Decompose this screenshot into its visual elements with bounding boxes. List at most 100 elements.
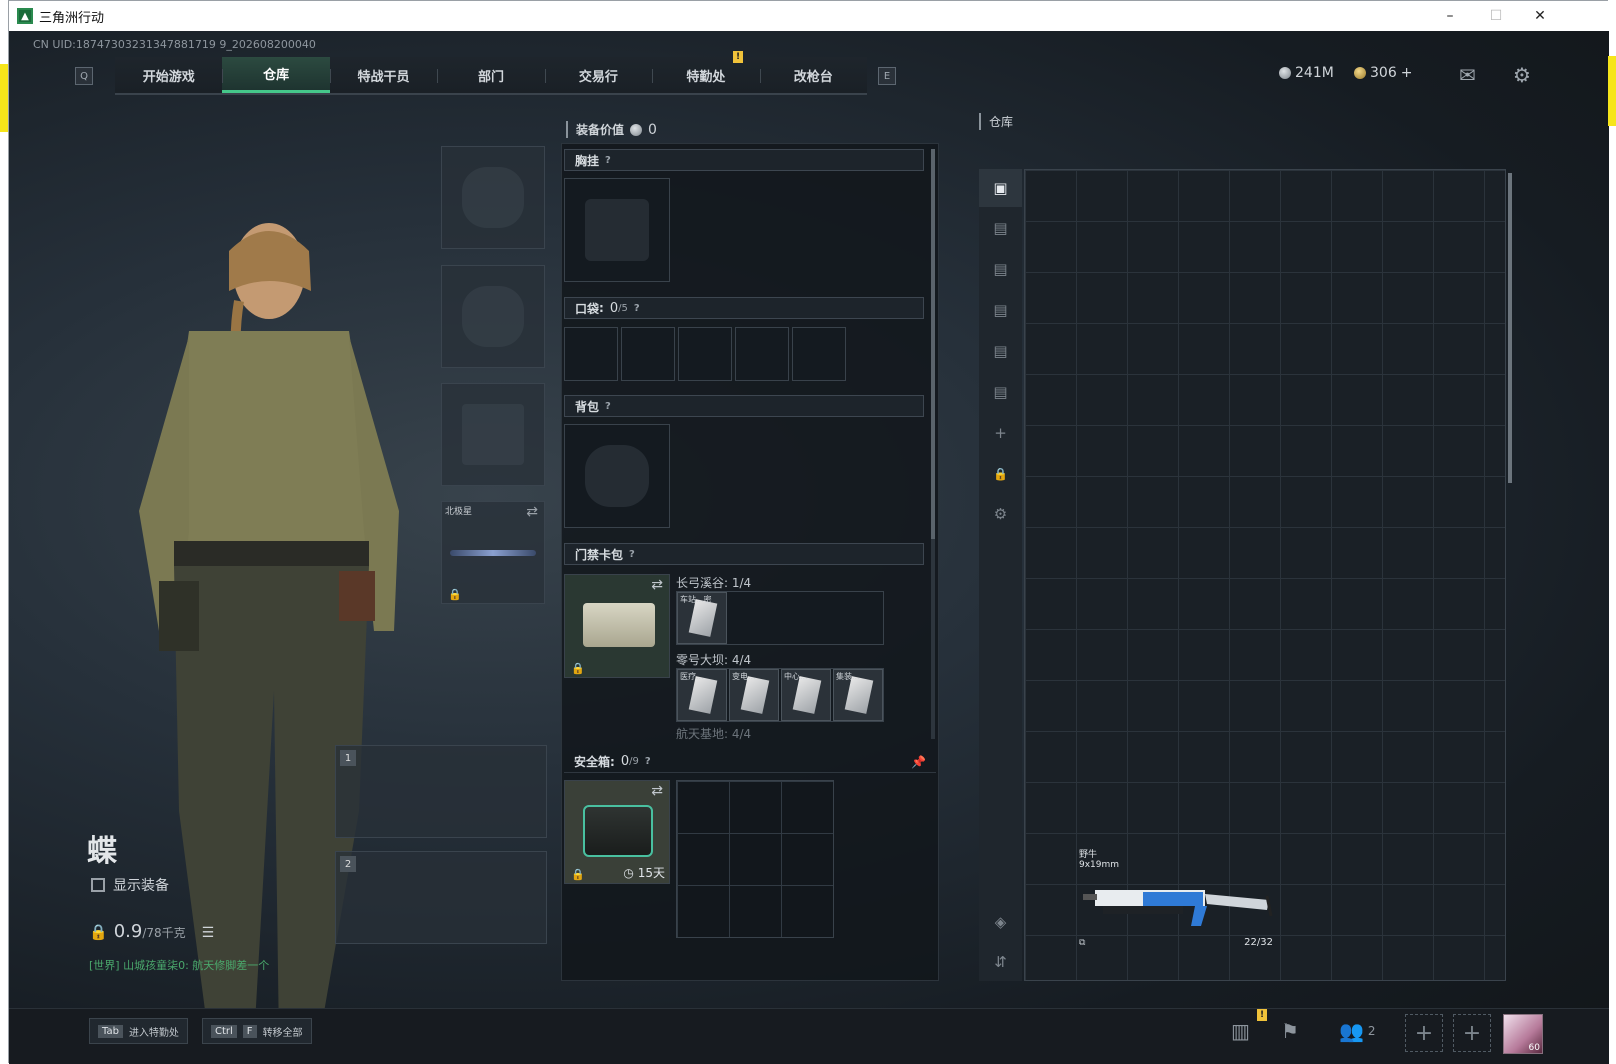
tab-key: Tab [98, 1024, 123, 1038]
minimize-button[interactable]: – [1427, 1, 1473, 31]
pocket-slot[interactable] [735, 327, 789, 381]
stash-tab-1-icon[interactable]: ▤ [979, 209, 1022, 247]
lock-icon[interactable]: 🔒 [979, 455, 1022, 493]
stash-tab-all-icon[interactable]: ▣ [979, 169, 1022, 207]
primary-weapon-slot-2[interactable]: 2 [335, 851, 547, 944]
armor-icon [462, 286, 524, 347]
swap-icon[interactable]: ⇄ [651, 783, 663, 799]
keycard-item[interactable]: 车站...密 [677, 592, 727, 644]
item-caliber: 9x19mm [1079, 860, 1120, 870]
pin-icon[interactable]: 📌 [911, 755, 926, 769]
tab-trading[interactable]: 交易行 [544, 57, 652, 93]
add-tab-icon[interactable]: + [979, 414, 1022, 452]
help-icon[interactable]: ? [605, 155, 611, 166]
sort-icon[interactable]: ⇵ [979, 943, 1022, 981]
safe-box-slot[interactable]: ⇄ 🔒 ◷ 15天 [564, 780, 670, 884]
list-icon[interactable]: ☰ [202, 925, 215, 941]
keycard-item[interactable]: 变电... [729, 669, 779, 721]
pocket-slot[interactable] [564, 327, 618, 381]
tab-operators[interactable]: 特战干员 [329, 57, 437, 93]
helmet-slot[interactable] [441, 146, 545, 249]
keycard-item[interactable]: 集装... [833, 669, 883, 721]
invite-slot-button[interactable]: + [1453, 1014, 1491, 1052]
help-icon[interactable]: ? [634, 303, 640, 314]
gear-icon[interactable]: ⚙ [979, 495, 1022, 533]
pocket-slot[interactable] [678, 327, 732, 381]
help-icon[interactable]: ? [605, 401, 611, 412]
pockets-header: 口袋: 0 /5 ? [564, 297, 924, 319]
armor-slot[interactable] [441, 265, 545, 368]
ctrl-key: Ctrl [211, 1024, 237, 1038]
player-avatar[interactable]: 60 [1503, 1014, 1543, 1054]
pockets-label: 口袋 [575, 301, 600, 316]
pistol-slot[interactable] [441, 383, 545, 486]
friends-icon: 👥 [1339, 1019, 1364, 1043]
flag-icon[interactable]: ⚑ [1281, 1019, 1299, 1043]
world-chat-line[interactable]: [世界] 山城孩童柒0: 航天修脚差一个 [89, 957, 269, 973]
stats-alert-badge: ! [1257, 1009, 1267, 1021]
safe-box-icon [583, 805, 653, 857]
pocket-slot[interactable] [621, 327, 675, 381]
background-window-edge [0, 64, 8, 132]
gear-icon[interactable]: ⚙ [1513, 63, 1531, 87]
gold-currency[interactable]: 306 + [1354, 65, 1412, 81]
stash-scrollbar[interactable] [1508, 173, 1512, 483]
enter-special-ops-button[interactable]: Tab 进入特勤处 [89, 1018, 188, 1044]
lock-icon: 🔒 [448, 588, 462, 601]
keycard-item[interactable]: 中心... [781, 669, 831, 721]
lock-icon: 🔒 [571, 662, 585, 675]
layers-icon[interactable]: ◈ [979, 903, 1022, 941]
pocket-slot[interactable] [792, 327, 846, 381]
mail-icon[interactable]: ✉ [1459, 63, 1476, 87]
chest-rig-slot[interactable] [564, 178, 670, 282]
stash-tab-2-icon[interactable]: ▤ [979, 250, 1022, 288]
friends-button[interactable]: 👥 2 [1339, 1019, 1376, 1043]
maximize-button[interactable]: ☐ [1473, 1, 1519, 31]
stats-icon[interactable]: ▥ [1231, 1019, 1250, 1043]
safe-box-label: 安全箱 [574, 755, 611, 769]
keycard-item[interactable]: 医疗... [677, 669, 727, 721]
safe-days: 15天 [637, 866, 665, 880]
help-icon[interactable]: ? [629, 549, 635, 560]
stash-tab-5-icon[interactable]: ▤ [979, 373, 1022, 411]
transfer-all-label: 转移全部 [262, 1027, 303, 1039]
carry-weight: 🔒 0.9 /78千克 ☰ [89, 921, 214, 942]
tab-warehouse[interactable]: 仓库 [222, 57, 330, 93]
nav-next-key[interactable]: E [878, 67, 896, 85]
help-icon[interactable]: ? [645, 756, 651, 767]
weight-current: 0.9 [113, 921, 143, 942]
melee-slot[interactable]: 北极星 ⇄ 🔒 [441, 501, 545, 604]
backpack-slot[interactable] [564, 424, 670, 528]
show-gear-checkbox[interactable] [91, 878, 105, 892]
backpack-icon [585, 445, 649, 507]
enter-special-ops-label: 进入特勤处 [128, 1027, 179, 1039]
primary-weapon-slot-1[interactable]: 1 [335, 745, 547, 838]
tab-gunsmith[interactable]: 改枪台 [759, 57, 867, 93]
swap-icon[interactable]: ⇄ [526, 504, 538, 520]
swap-icon[interactable]: ⇄ [651, 577, 663, 593]
weight-lock-icon: 🔒 [89, 923, 108, 941]
invite-slot-button[interactable]: + [1405, 1014, 1443, 1052]
nav-prev-key[interactable]: Q [75, 67, 93, 85]
add-currency-button[interactable]: + [1401, 65, 1413, 81]
backpack-header: 背包? [564, 395, 924, 417]
operator-name: 蝶 [87, 834, 117, 869]
weight-max: /78千克 [142, 926, 186, 940]
transfer-all-button[interactable]: Ctrl F 转移全部 [202, 1018, 312, 1044]
safe-box-grid[interactable] [676, 780, 834, 938]
tab-department[interactable]: 部门 [437, 57, 544, 93]
loadout-scrollbar[interactable] [931, 149, 935, 739]
chest-rig-label: 胸挂 [575, 153, 600, 168]
stash-tab-3-icon[interactable]: ▤ [979, 291, 1022, 329]
stash-tab-4-icon[interactable]: ▤ [979, 332, 1022, 370]
tab-start-game[interactable]: 开始游戏 [115, 57, 222, 93]
pistol-icon [462, 404, 524, 465]
close-button[interactable]: ✕ [1517, 1, 1563, 31]
keycard-case-slot[interactable]: ⇄ 🔒 [564, 574, 670, 678]
tab-special-ops[interactable]: 特勤处 [652, 57, 759, 93]
item-ammo: 22/32 [1244, 937, 1273, 948]
safe-box-header: 安全箱: 0 /9 ? 📌 [564, 751, 936, 773]
stash-item-smg[interactable]: 野牛 9x19mm ⧉ 22/32 [1075, 848, 1279, 950]
show-gear-toggle[interactable]: 显示装备 [91, 875, 169, 895]
stash-grid[interactable]: 野牛 9x19mm ⧉ 22/32 [1024, 169, 1506, 981]
